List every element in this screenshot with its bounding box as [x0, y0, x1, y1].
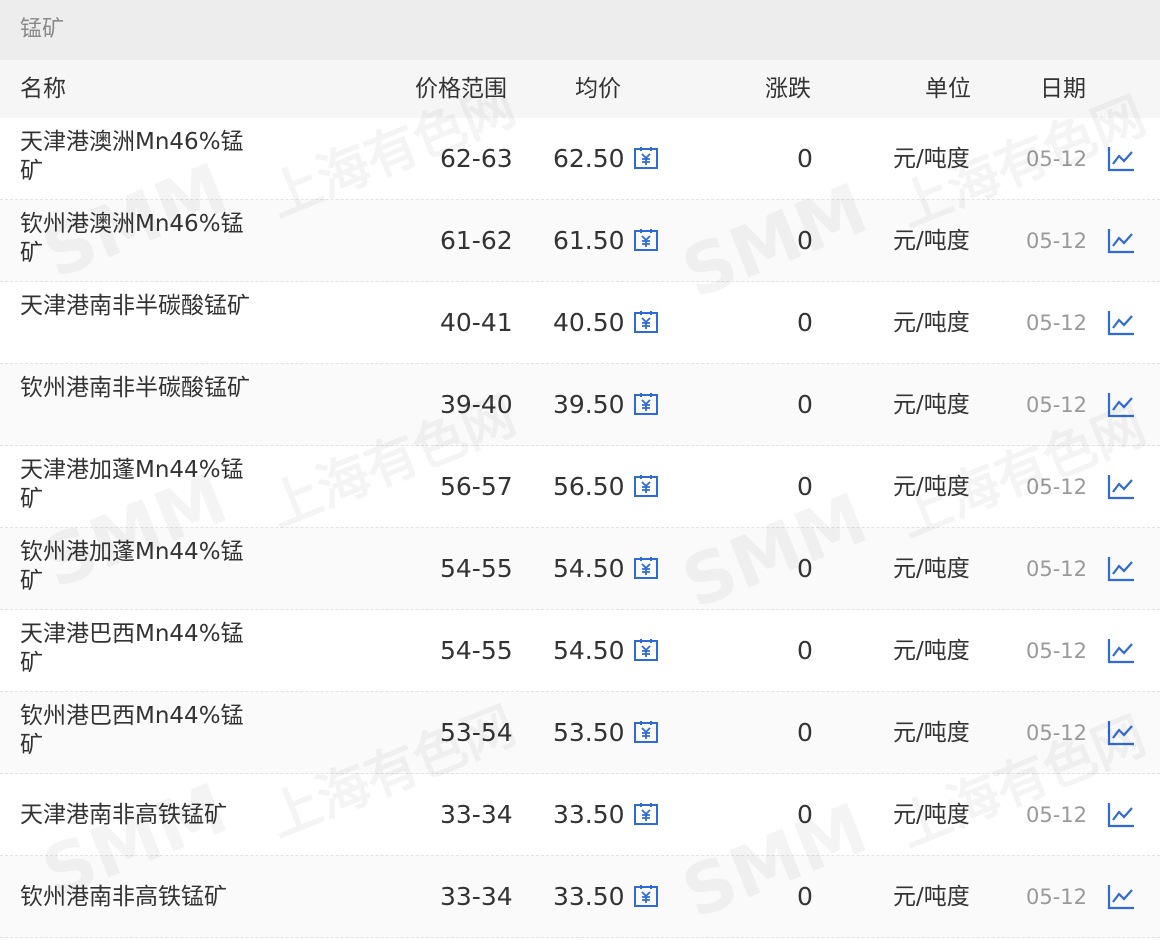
row-range: 56-57 [440, 472, 513, 501]
header-range: 价格范围 [415, 76, 507, 102]
trend-chart-icon[interactable] [1106, 555, 1136, 583]
row-name: 天津港澳洲Mn46%锰矿 [20, 129, 244, 184]
calendar-price-icon[interactable] [633, 146, 659, 170]
table-row[interactable]: 天津港巴西Mn44%锰矿 54-55 54.50 0 元/吨度 05-12 [0, 610, 1160, 692]
row-date: 05-12 [1026, 803, 1088, 827]
row-unit: 元/吨度 [893, 146, 970, 172]
row-range: 61-62 [440, 226, 513, 255]
row-range: 40-41 [440, 308, 513, 337]
row-avg: 54.50 [553, 554, 625, 583]
row-avg: 33.50 [553, 882, 625, 911]
row-change: 0 [797, 636, 813, 665]
row-change: 0 [797, 390, 813, 419]
row-unit: 元/吨度 [893, 556, 970, 582]
row-change: 0 [797, 882, 813, 911]
calendar-price-icon[interactable] [633, 720, 659, 744]
row-unit: 元/吨度 [893, 802, 970, 828]
trend-chart-icon[interactable] [1106, 391, 1136, 419]
row-change: 0 [797, 718, 813, 747]
row-name: 天津港南非半碳酸锰矿 [20, 293, 250, 319]
row-change: 0 [797, 226, 813, 255]
row-range: 54-55 [440, 636, 513, 665]
row-date: 05-12 [1026, 639, 1088, 663]
row-date: 05-12 [1026, 721, 1088, 745]
trend-chart-icon[interactable] [1106, 227, 1136, 255]
row-date: 05-12 [1026, 475, 1088, 499]
row-name: 天津港南非高铁锰矿 [20, 802, 227, 828]
row-avg: 62.50 [553, 144, 625, 173]
trend-chart-icon[interactable] [1106, 801, 1136, 829]
row-name: 钦州港南非高铁锰矿 [20, 884, 227, 910]
row-change: 0 [797, 144, 813, 173]
row-date: 05-12 [1026, 229, 1088, 253]
calendar-price-icon[interactable] [633, 474, 659, 498]
row-unit: 元/吨度 [893, 720, 970, 746]
table-header: 名称 价格范围 均价 涨跌 单位 日期 [0, 60, 1160, 118]
trend-chart-icon[interactable] [1106, 473, 1136, 501]
calendar-price-icon[interactable] [633, 310, 659, 334]
table-row[interactable]: 钦州港加蓬Mn44%锰矿 54-55 54.50 0 元/吨度 05-12 [0, 528, 1160, 610]
row-avg: 53.50 [553, 718, 625, 747]
row-avg: 54.50 [553, 636, 625, 665]
row-date: 05-12 [1026, 885, 1088, 909]
header-date: 日期 [1040, 76, 1086, 102]
price-table-panel: 锰矿 名称 价格范围 均价 涨跌 单位 日期 天津港澳洲Mn46%锰矿 62-63… [0, 0, 1160, 940]
trend-chart-icon[interactable] [1106, 637, 1136, 665]
row-name: 钦州港加蓬Mn44%锰矿 [20, 539, 244, 594]
row-change: 0 [797, 472, 813, 501]
table-row[interactable]: 钦州港南非高铁锰矿 33-34 33.50 0 元/吨度 05-12 [0, 856, 1160, 938]
row-avg: 39.50 [553, 390, 625, 419]
row-name: 钦州港巴西Mn44%锰矿 [20, 703, 244, 758]
row-unit: 元/吨度 [893, 474, 970, 500]
row-range: 33-34 [440, 800, 513, 829]
row-avg: 61.50 [553, 226, 625, 255]
table-row[interactable]: 天津港加蓬Mn44%锰矿 56-57 56.50 0 元/吨度 05-12 [0, 446, 1160, 528]
calendar-price-icon[interactable] [633, 802, 659, 826]
row-unit: 元/吨度 [893, 392, 970, 418]
row-avg: 40.50 [553, 308, 625, 337]
table-row[interactable]: 钦州港巴西Mn44%锰矿 53-54 53.50 0 元/吨度 05-12 [0, 692, 1160, 774]
trend-chart-icon[interactable] [1106, 309, 1136, 337]
table-row[interactable]: 钦州港澳洲Mn46%锰矿 61-62 61.50 0 元/吨度 05-12 [0, 200, 1160, 282]
calendar-price-icon[interactable] [633, 556, 659, 580]
row-date: 05-12 [1026, 557, 1088, 581]
row-change: 0 [797, 800, 813, 829]
row-range: 33-34 [440, 882, 513, 911]
row-unit: 元/吨度 [893, 228, 970, 254]
row-unit: 元/吨度 [893, 638, 970, 664]
header-change: 涨跌 [765, 76, 811, 102]
row-avg: 33.50 [553, 800, 625, 829]
row-range: 39-40 [440, 390, 513, 419]
row-range: 54-55 [440, 554, 513, 583]
table-row[interactable]: 天津港南非高铁锰矿 33-34 33.50 0 元/吨度 05-12 [0, 774, 1160, 856]
row-date: 05-12 [1026, 147, 1088, 171]
row-name: 天津港加蓬Mn44%锰矿 [20, 457, 244, 512]
row-date: 05-12 [1026, 311, 1088, 335]
header-avg: 均价 [575, 76, 621, 102]
calendar-price-icon[interactable] [633, 228, 659, 252]
row-unit: 元/吨度 [893, 310, 970, 336]
row-name: 天津港巴西Mn44%锰矿 [20, 621, 244, 676]
row-change: 0 [797, 554, 813, 583]
table-row[interactable]: 天津港南非半碳酸锰矿 40-41 40.50 0 元/吨度 05-12 [0, 282, 1160, 364]
header-name: 名称 [20, 76, 66, 102]
table-row[interactable]: 钦州港南非半碳酸锰矿 39-40 39.50 0 元/吨度 05-12 [0, 364, 1160, 446]
row-unit: 元/吨度 [893, 884, 970, 910]
row-range: 53-54 [440, 718, 513, 747]
row-change: 0 [797, 308, 813, 337]
calendar-price-icon[interactable] [633, 638, 659, 662]
row-avg: 56.50 [553, 472, 625, 501]
row-name: 钦州港澳洲Mn46%锰矿 [20, 211, 244, 266]
header-unit: 单位 [925, 76, 971, 102]
trend-chart-icon[interactable] [1106, 883, 1136, 911]
table-row[interactable]: 天津港澳洲Mn46%锰矿 62-63 62.50 0 元/吨度 05-12 [0, 118, 1160, 200]
calendar-price-icon[interactable] [633, 392, 659, 416]
trend-chart-icon[interactable] [1106, 145, 1136, 173]
row-date: 05-12 [1026, 393, 1088, 417]
trend-chart-icon[interactable] [1106, 719, 1136, 747]
row-name: 钦州港南非半碳酸锰矿 [20, 375, 250, 401]
section-title: 锰矿 [0, 0, 1160, 60]
row-range: 62-63 [440, 144, 513, 173]
calendar-price-icon[interactable] [633, 884, 659, 908]
